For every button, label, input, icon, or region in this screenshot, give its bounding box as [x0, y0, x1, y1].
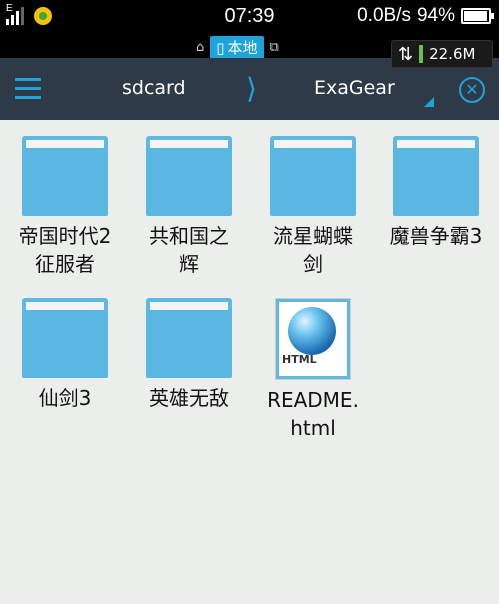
folder-icon	[270, 136, 356, 216]
globe-icon	[288, 307, 336, 355]
home-icon[interactable]: ⌂	[196, 40, 204, 55]
html-icon-tag: HTML	[282, 353, 317, 366]
data-usage-widget[interactable]: ⇅ 22.6M	[391, 40, 493, 68]
html-file-icon: HTML	[275, 298, 351, 380]
folder-icon	[22, 136, 108, 216]
file-label: 共和国之辉	[149, 224, 229, 276]
file-label: README. html	[267, 388, 359, 440]
remote-storage-icon[interactable]: ⧉	[270, 40, 279, 55]
menu-icon[interactable]	[15, 78, 41, 100]
battery-percent: 94%	[416, 5, 455, 26]
storage-switcher: ⌂ ▯ 本地 ⧉	[196, 36, 279, 59]
transfer-arrows-icon: ⇅	[398, 43, 414, 65]
file-label: 英雄无敌	[149, 386, 229, 410]
breadcrumb-exagear[interactable]: ExaGear	[314, 77, 395, 99]
breadcrumb-sdcard[interactable]: sdcard	[122, 77, 186, 99]
folder-icon	[22, 298, 108, 378]
folder-item[interactable]: 仙剑3	[3, 298, 127, 412]
folder-icon	[146, 298, 232, 378]
breadcrumb-separator-icon: ⟩	[246, 72, 257, 105]
close-icon[interactable]: ✕	[459, 77, 485, 103]
folder-item[interactable]: 流星蝴蝶剑	[251, 136, 375, 278]
folder-icon	[393, 136, 479, 216]
file-label: 流星蝴蝶剑	[273, 224, 353, 276]
network-speed: 0.0B/s	[357, 5, 411, 26]
folder-icon	[146, 136, 232, 216]
usage-bar	[419, 45, 424, 63]
tab-local-label: 本地	[227, 39, 258, 57]
folder-item[interactable]: 帝国时代2 征服者	[3, 136, 127, 278]
tab-local[interactable]: ▯ 本地	[210, 36, 264, 59]
folder-item[interactable]: 共和国之辉	[127, 136, 251, 278]
dropdown-indicator-icon[interactable]	[424, 97, 434, 107]
status-bar: E 07:39 0.0B/s 94%	[0, 0, 499, 34]
status-right: 0.0B/s 94%	[357, 5, 494, 27]
battery-icon	[461, 8, 494, 24]
phone-icon: ▯	[216, 38, 225, 57]
file-label: 魔兽争霸3	[389, 224, 483, 248]
file-item[interactable]: HTML README. html	[251, 298, 375, 442]
data-usage-value: 22.6M	[429, 45, 476, 63]
file-label: 仙剑3	[38, 386, 92, 410]
folder-item[interactable]: 魔兽争霸3	[374, 136, 498, 250]
folder-item[interactable]: 英雄无敌	[127, 298, 251, 412]
file-label: 帝国时代2 征服者	[18, 224, 112, 276]
